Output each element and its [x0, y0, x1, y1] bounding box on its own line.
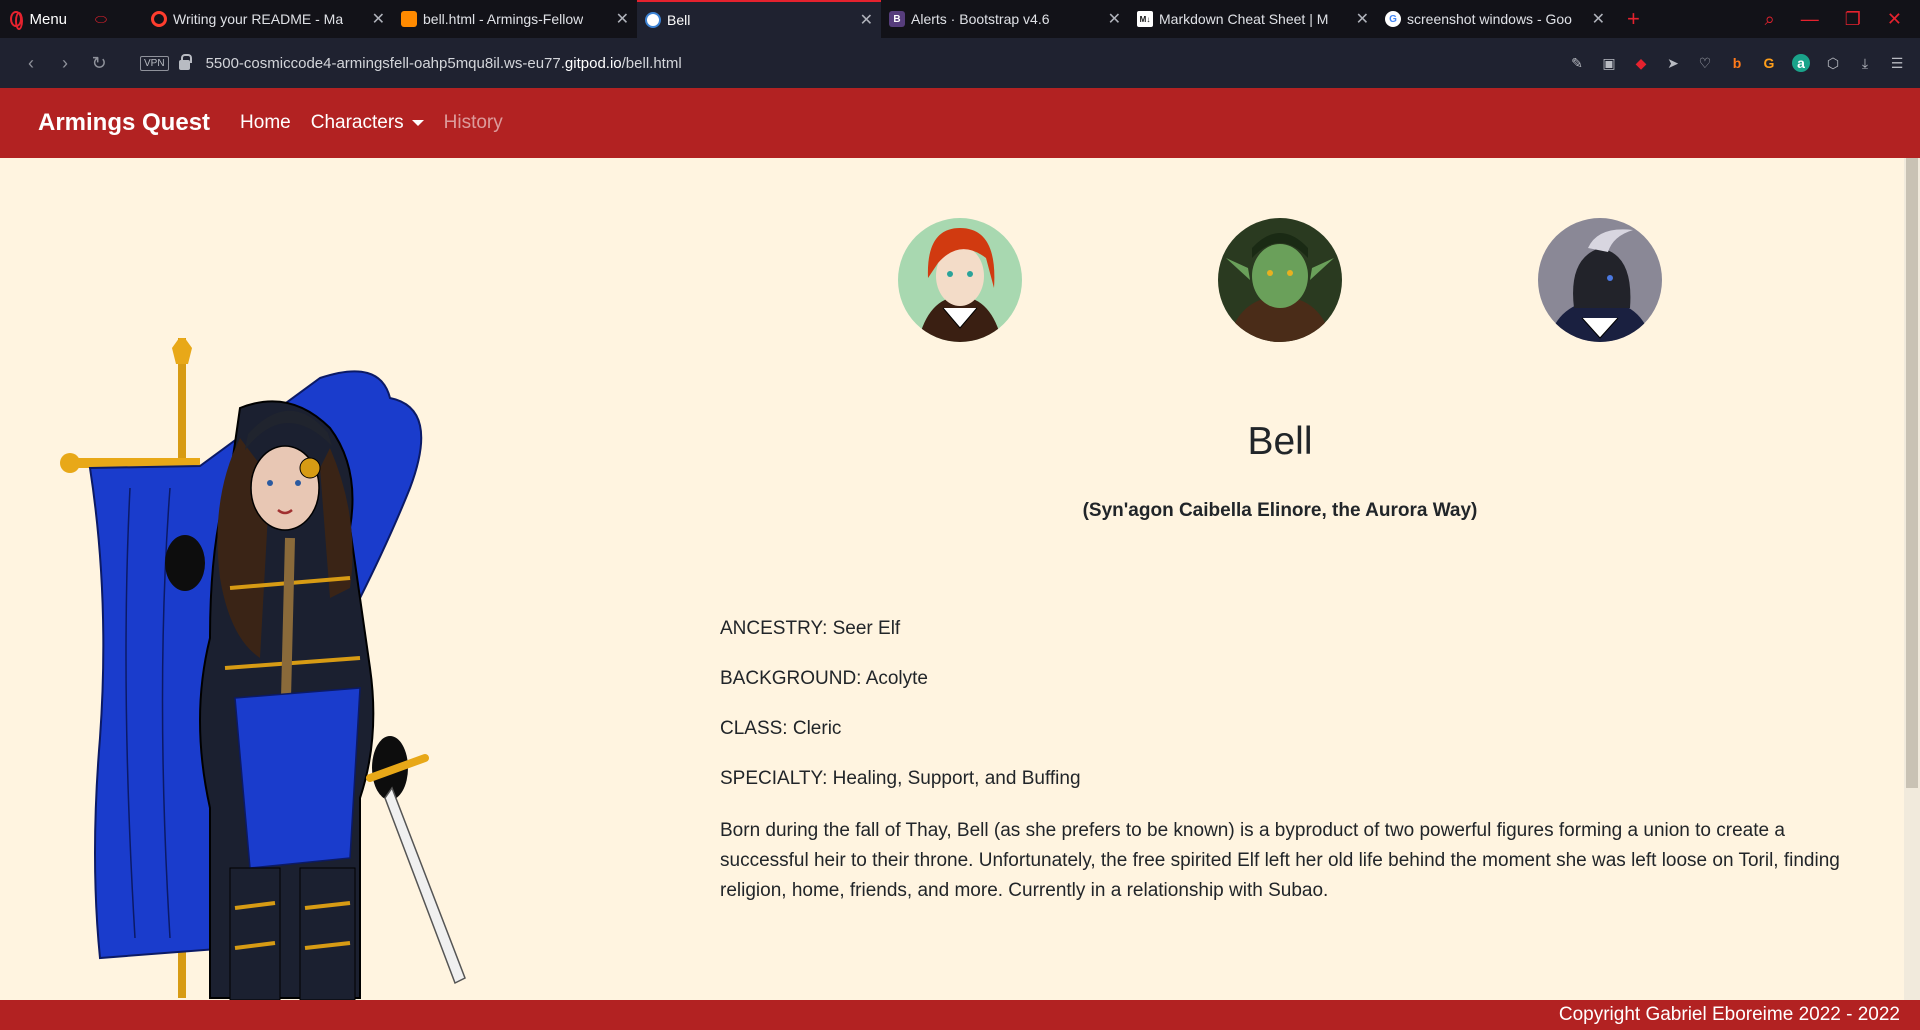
- stat-specialty: SPECIALTY: Healing, Support, and Buffing: [720, 768, 1081, 789]
- back-icon[interactable]: ‹: [14, 53, 48, 74]
- restore-icon[interactable]: ❐: [1845, 9, 1861, 30]
- opera-logo-icon: [10, 11, 23, 30]
- heart-icon[interactable]: ♡: [1696, 54, 1714, 72]
- google-icon: G: [1385, 11, 1401, 27]
- character-avatar-dark-dragonborn[interactable]: [1538, 218, 1662, 342]
- url-prefix: 5500-cosmiccode4-armingsfell-oahp5mqu8il…: [205, 54, 565, 72]
- close-icon[interactable]: ✕: [364, 9, 385, 29]
- stat-class: CLASS: Cleric: [720, 718, 842, 739]
- gamepad-icon[interactable]: ⬭: [95, 11, 107, 28]
- character-name: Bell: [1247, 420, 1313, 463]
- cube-icon[interactable]: ⬡: [1824, 54, 1842, 72]
- extension-a-icon[interactable]: a: [1792, 54, 1810, 72]
- url-path: /bell.html: [621, 54, 682, 72]
- forward-icon[interactable]: ›: [48, 53, 82, 74]
- bootstrap-icon: B: [889, 11, 905, 27]
- nav-characters-dropdown[interactable]: Characters: [311, 112, 424, 134]
- toolbar-icons: ✎ ▣ ◆ ➤ ♡ b G a ⬡ ⤓ ☰: [1568, 54, 1920, 72]
- stat-ancestry: ANCESTRY: Seer Elf: [720, 618, 901, 639]
- tab-title: screenshot windows - Goo: [1407, 11, 1572, 27]
- brand-link[interactable]: Armings Quest: [38, 109, 210, 137]
- markdown-icon: M↓: [1137, 11, 1153, 27]
- character-subtitle: (Syn'agon Caibella Elinore, the Aurora W…: [1082, 500, 1478, 521]
- adblock-shield-icon[interactable]: ◆: [1632, 54, 1650, 72]
- page-scrollbar[interactable]: [1904, 158, 1920, 1000]
- vpn-badge[interactable]: VPN: [140, 55, 169, 71]
- tab-bell[interactable]: Bell ✕: [637, 0, 881, 38]
- character-bio: Born during the fall of Thay, Bell (as s…: [720, 820, 1840, 901]
- character-avatar-red-hair[interactable]: [898, 218, 1022, 342]
- window-controls: ⌕ — ❐ ✕: [1765, 9, 1920, 30]
- scrollbar-thumb[interactable]: [1906, 158, 1918, 788]
- opera-menu-button[interactable]: Menu ⬭: [0, 0, 107, 38]
- lock-icon[interactable]: [178, 54, 192, 70]
- site-footer: Copyright Gabriel Eboreime 2022 - 2022: [0, 1000, 1920, 1030]
- reload-icon[interactable]: ↻: [82, 53, 116, 74]
- extension-g-icon[interactable]: G: [1760, 54, 1778, 72]
- tab-screenshot-windows[interactable]: G screenshot windows - Goo ✕: [1377, 0, 1613, 38]
- url-domain: gitpod.io: [564, 54, 622, 72]
- close-icon[interactable]: ✕: [1348, 9, 1369, 29]
- download-icon[interactable]: ⤓: [1856, 54, 1874, 72]
- nav-characters-label: Characters: [310, 112, 404, 133]
- bell-character-illustration: [60, 338, 466, 1000]
- browser-tab-bar: Menu ⬭ Writing your README - Ma ✕ bell.h…: [0, 0, 1920, 38]
- search-tabs-icon[interactable]: ⌕: [1765, 9, 1775, 30]
- site-navbar: Armings Quest Home Characters History: [0, 88, 1920, 158]
- close-window-icon[interactable]: ✕: [1887, 9, 1902, 30]
- extension-b-icon[interactable]: b: [1728, 54, 1746, 72]
- close-icon[interactable]: ✕: [1100, 9, 1121, 29]
- tab-writing-readme[interactable]: Writing your README - Ma ✕: [143, 0, 393, 38]
- minimize-icon[interactable]: —: [1801, 9, 1819, 30]
- tab-title: bell.html - Armings-Fellow: [423, 11, 584, 27]
- tab-bell-html[interactable]: bell.html - Armings-Fellow ✕: [393, 0, 637, 38]
- character-avatar-green-orc[interactable]: [1218, 218, 1342, 342]
- globe-icon: [645, 12, 661, 28]
- new-tab-button[interactable]: +: [1613, 6, 1654, 32]
- browser-address-bar: ‹ › ↻ VPN 5500-cosmiccode4-armingsfell-o…: [0, 38, 1920, 88]
- url-field[interactable]: 5500-cosmiccode4-armingsfell-oahp5mqu8il…: [206, 55, 682, 72]
- tab-bootstrap-alerts[interactable]: B Alerts · Bootstrap v4.6 ✕: [881, 0, 1129, 38]
- camera-icon[interactable]: ▣: [1600, 54, 1618, 72]
- easy-setup-icon[interactable]: ☰: [1888, 54, 1906, 72]
- gitpod-icon: [401, 11, 417, 27]
- close-icon[interactable]: ✕: [852, 10, 873, 30]
- nav-home[interactable]: Home: [240, 112, 291, 134]
- main-content: Bell (Syn'agon Caibella Elinore, the Aur…: [0, 158, 1904, 1000]
- snap-icon[interactable]: ✎: [1568, 54, 1586, 72]
- close-icon[interactable]: ✕: [608, 9, 629, 29]
- tab-title: Markdown Cheat Sheet | M: [1159, 11, 1329, 27]
- close-icon[interactable]: ✕: [1584, 9, 1605, 29]
- tab-title: Bell: [667, 12, 691, 28]
- tab-title: Writing your README - Ma: [173, 11, 344, 27]
- footer-copyright: Copyright Gabriel Eboreime 2022 - 2022: [1558, 1004, 1900, 1025]
- menu-label: Menu: [29, 10, 68, 28]
- opera-icon: [151, 11, 167, 27]
- stat-background: BACKGROUND: Acolyte: [720, 668, 928, 689]
- tab-title: Alerts · Bootstrap v4.6: [911, 11, 1050, 27]
- nav-history[interactable]: History: [444, 112, 503, 134]
- send-icon[interactable]: ➤: [1664, 54, 1682, 72]
- caret-down-icon: [411, 120, 424, 126]
- tab-markdown-cheat-sheet[interactable]: M↓ Markdown Cheat Sheet | M ✕: [1129, 0, 1377, 38]
